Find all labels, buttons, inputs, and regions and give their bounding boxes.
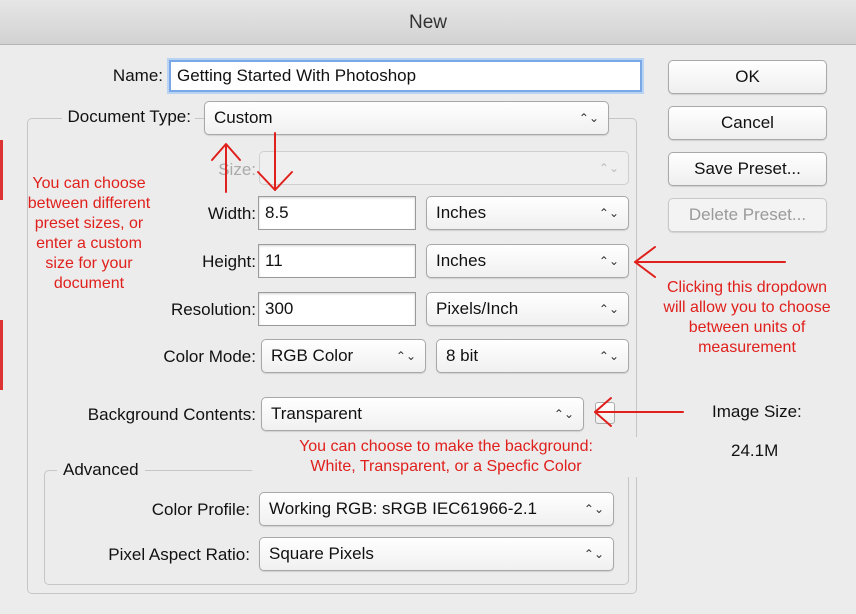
up-arrow-icon (211, 143, 241, 193)
left-arrow-icon (634, 246, 786, 278)
left-arrow-icon (594, 397, 684, 427)
down-arrow-icon (257, 132, 293, 191)
annotation-arrows (211, 132, 786, 427)
